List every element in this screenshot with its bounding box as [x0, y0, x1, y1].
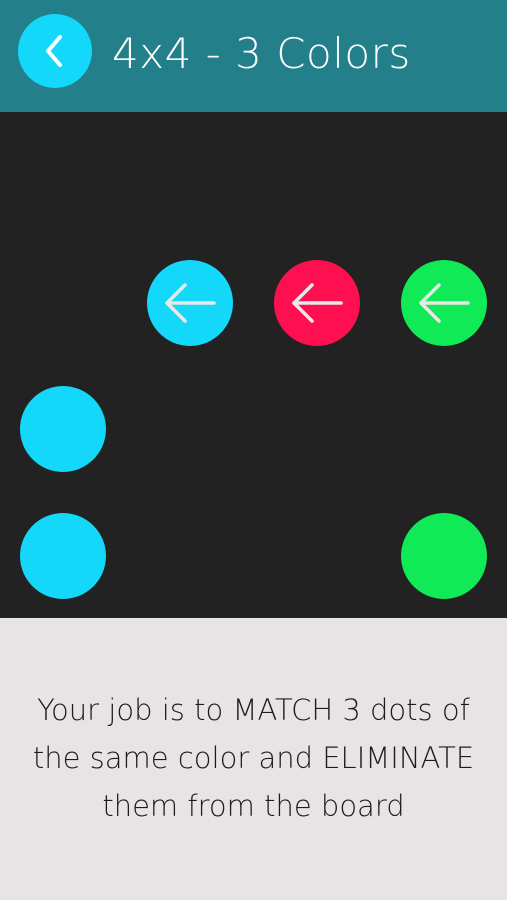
instruction-panel: Your job is to MATCH 3 dots of the same … [0, 618, 507, 900]
arrow-left-icon [292, 283, 343, 323]
instruction-text: Your job is to MATCH 3 dots of the same … [32, 693, 475, 823]
header-bar: 4x4 - 3 Colors [0, 0, 507, 112]
dot-cyan-r4c1[interactable] [20, 513, 106, 599]
chevron-left-icon [46, 35, 62, 67]
dot-pink-r2c3[interactable] [274, 260, 360, 346]
dot-green-r2c4[interactable] [401, 260, 487, 346]
dot-green-r4c4[interactable] [401, 513, 487, 599]
dot-cyan-r3c1[interactable] [20, 386, 106, 472]
game-board[interactable] [0, 112, 507, 618]
page-title: 4x4 - 3 Colors [112, 29, 411, 78]
arrow-left-icon [165, 283, 216, 323]
dot-cyan-r2c2[interactable] [147, 260, 233, 346]
arrow-left-icon [419, 283, 470, 323]
back-button[interactable] [18, 14, 92, 88]
